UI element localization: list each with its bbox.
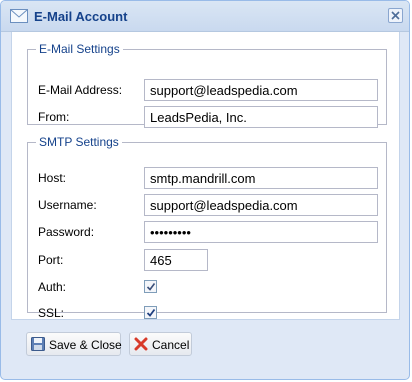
email-settings-fieldset: E-Mail Settings E-Mail Address: From:	[27, 42, 387, 128]
red-x-icon	[134, 337, 148, 351]
envelope-icon	[10, 9, 28, 23]
window-titlebar: E-Mail Account	[1, 1, 409, 32]
ssl-label: SSL:	[38, 306, 65, 320]
host-label: Host:	[38, 171, 67, 185]
ssl-checkbox[interactable]	[144, 306, 157, 319]
auth-checkbox[interactable]	[144, 280, 157, 293]
password-input[interactable]	[144, 221, 378, 243]
email-address-label: E-Mail Address:	[38, 83, 123, 97]
cancel-button[interactable]: Cancel	[129, 332, 192, 356]
from-label: From:	[38, 110, 70, 124]
cancel-label: Cancel	[152, 338, 190, 352]
save-close-label: Save & Close	[49, 338, 122, 352]
smtp-settings-legend: SMTP Settings	[39, 135, 119, 149]
email-account-window: E-Mail Account E-Mail Settings E-Mail Ad…	[0, 0, 410, 380]
save-close-button[interactable]: Save & Close	[26, 332, 122, 356]
username-label: Username:	[38, 198, 97, 212]
window-title: E-Mail Account	[34, 9, 128, 24]
password-label: Password:	[38, 225, 95, 239]
from-input[interactable]	[144, 106, 378, 128]
close-icon	[391, 11, 400, 20]
smtp-settings-fieldset: SMTP Settings Host: Username: Password: …	[27, 135, 387, 320]
close-button[interactable]	[388, 8, 403, 23]
port-input[interactable]	[144, 249, 208, 271]
email-settings-legend: E-Mail Settings	[39, 42, 120, 56]
floppy-disk-icon	[31, 337, 45, 351]
username-input[interactable]	[144, 194, 378, 216]
checkmark-icon	[146, 308, 156, 317]
checkmark-icon	[146, 283, 156, 291]
dialog-body: E-Mail Settings E-Mail Address: From: SM…	[11, 32, 400, 320]
host-input[interactable]	[144, 167, 378, 189]
port-label: Port:	[38, 253, 64, 267]
auth-label: Auth:	[38, 280, 67, 294]
email-address-input[interactable]	[144, 79, 378, 101]
